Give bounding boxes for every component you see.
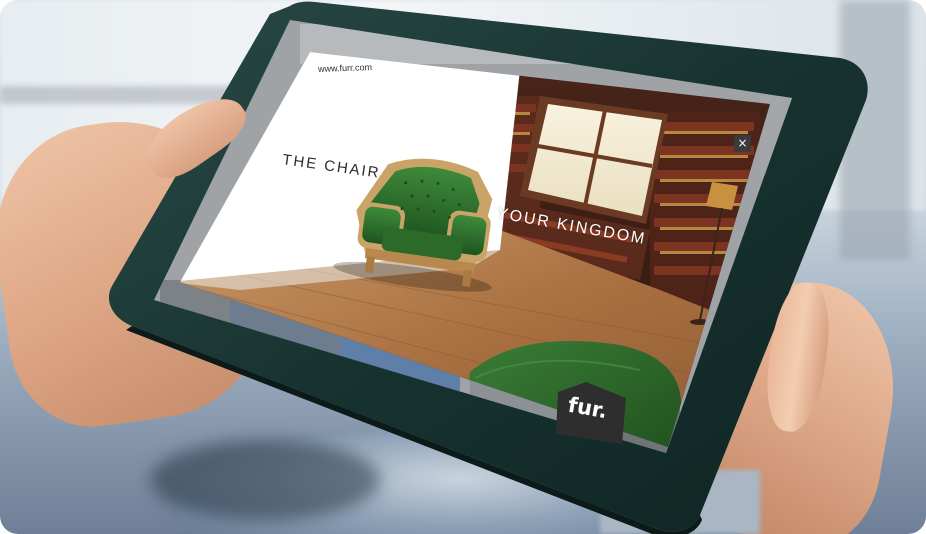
close-icon[interactable]: × — [734, 135, 751, 152]
ad-url[interactable]: www.furr.com — [318, 62, 372, 74]
photo: www.furr.com THE CHAIR YOUR KINGDOM × fu… — [0, 0, 926, 534]
tablet — [0, 0, 926, 534]
tablet-svg — [108, 1, 868, 534]
